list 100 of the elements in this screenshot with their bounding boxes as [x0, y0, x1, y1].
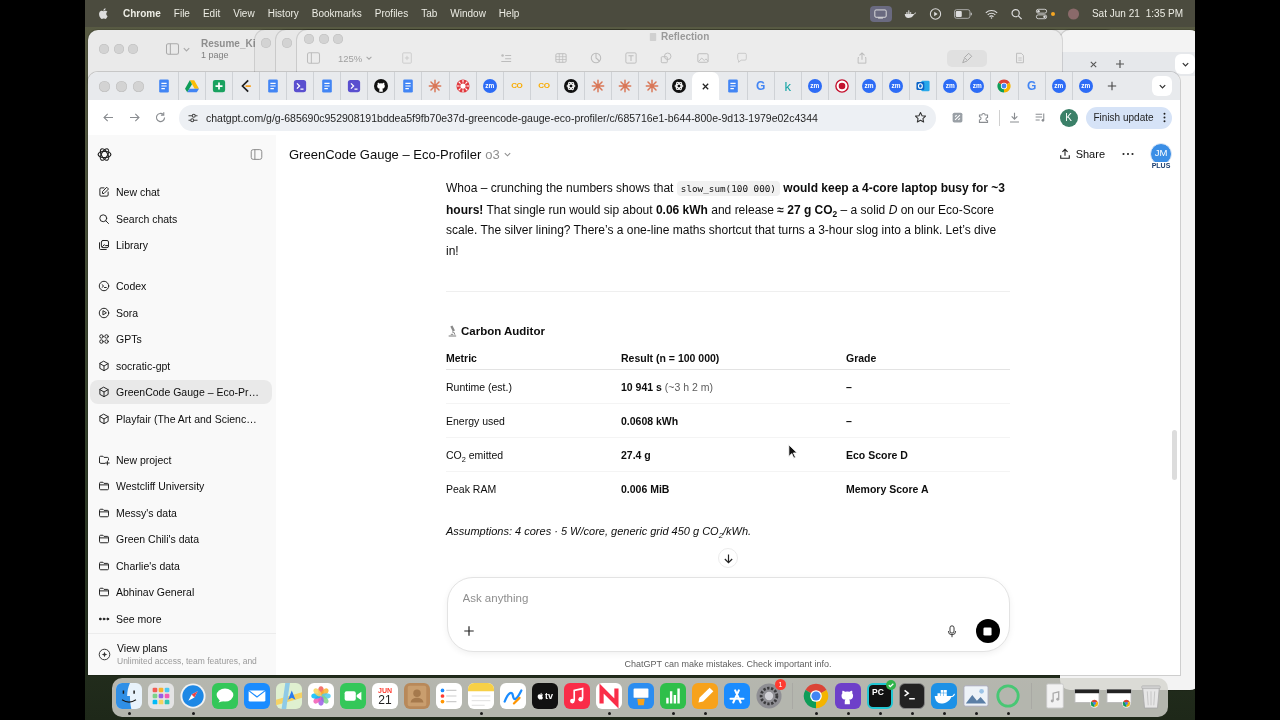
envelope-icon[interactable] [244, 683, 270, 709]
star-icon[interactable] [914, 111, 927, 124]
menu-item[interactable]: Help [498, 8, 520, 19]
apple-logo-icon[interactable] [98, 7, 109, 20]
sidebar-item[interactable]: New project [90, 447, 272, 472]
sidebar-item[interactable]: GreenCode Gauge – Eco-Pr… [90, 380, 272, 404]
wifi-icon[interactable] [984, 7, 998, 20]
music-note-icon[interactable] [564, 683, 590, 709]
pen-icon[interactable] [692, 683, 718, 709]
menu-item[interactable]: Bookmarks [311, 8, 362, 19]
sidebar-item[interactable]: Westcliff University [90, 474, 272, 498]
menu-item[interactable]: Edit [202, 8, 221, 19]
sidebar-item[interactable]: See more [90, 606, 272, 631]
message-input[interactable]: Ask anything [461, 588, 1000, 608]
sidebar-item[interactable]: Sora [90, 300, 272, 325]
menu-item[interactable]: Profiles [374, 8, 409, 19]
reload-icon[interactable] [153, 111, 167, 124]
whale-icon[interactable] [903, 7, 917, 20]
segmented-circle-icon[interactable] [803, 683, 829, 709]
bar-chart-icon[interactable] [660, 683, 686, 709]
extension-icon[interactable] [951, 111, 964, 124]
sidebar-icon[interactable] [165, 43, 180, 55]
close-icon[interactable] [701, 81, 711, 91]
photo-thumbnail-icon[interactable] [963, 683, 989, 709]
ide-icon[interactable]: PC [867, 683, 893, 709]
trash-icon[interactable] [1138, 683, 1164, 709]
a-shape-icon[interactable] [724, 683, 750, 709]
two-tone-face-icon[interactable] [116, 683, 142, 709]
tab-list-button[interactable] [1175, 54, 1195, 74]
scribble-icon[interactable] [500, 683, 526, 709]
menu-bar-date[interactable]: Sat Jun 21 [1091, 8, 1140, 19]
composer-box[interactable]: Ask anything [446, 577, 1010, 652]
checklist-icon[interactable] [436, 683, 462, 709]
back-icon[interactable] [101, 111, 115, 124]
sidebar-item[interactable]: Charlie's data [90, 553, 272, 578]
menu-item[interactable]: View [233, 8, 255, 19]
newspaper-icon[interactable] [596, 683, 622, 709]
plans-subtitle: Unlimited access, team features, and [117, 655, 257, 667]
plus-icon[interactable] [1106, 81, 1117, 91]
whale-icon[interactable] [931, 683, 957, 709]
terminal-icon [347, 79, 362, 93]
plus-icon[interactable] [1115, 59, 1125, 69]
app-grid-icon[interactable] [148, 683, 174, 709]
chat-title: GreenCode Gauge – Eco-Profiler [289, 146, 482, 162]
sidebar-toggle-icon[interactable] [250, 147, 263, 161]
menu-item[interactable]: Tab [421, 8, 438, 19]
address-book-icon[interactable] [404, 683, 430, 709]
more-icon[interactable] [1122, 152, 1134, 156]
search-icon[interactable] [1009, 7, 1023, 20]
sidebar-item[interactable]: Playfair (The Art and Scienc… [90, 406, 272, 431]
sidebar-item[interactable]: GPTs [90, 327, 272, 351]
notepad-icon[interactable] [468, 683, 494, 709]
microphone-icon[interactable] [946, 624, 957, 638]
compass-icon[interactable] [180, 683, 206, 709]
flower-icon[interactable] [308, 683, 334, 709]
display-icon[interactable] [869, 5, 892, 22]
terminal-icon[interactable] [899, 683, 925, 709]
scroll-down-button[interactable] [718, 548, 738, 568]
profile-avatar[interactable]: K [1059, 108, 1078, 127]
scrollbar-thumb[interactable] [1172, 430, 1177, 480]
cat-icon[interactable] [835, 683, 861, 709]
sidebar-item[interactable]: Search chats [90, 206, 272, 231]
puzzle-icon[interactable] [977, 111, 990, 124]
sidebar-item[interactable]: Abhinav General [90, 580, 272, 604]
terminal-icon [293, 79, 307, 93]
sidebar-item[interactable]: Codex [90, 274, 272, 298]
map-icon[interactable] [276, 683, 302, 709]
message-text: Whoa – crunching the numbers shows that slow_sum(100 000) would keep a 4-core laptop busy for ~3 hours! That single run would sip about 0.06 kWh and release ≈ 27 g CO$_{2}$ – a solid D on our Eco-Score scale. The silver lining? There’s a one-line maths shortcut that turns a 3-hour slog into a blink. Let’s dive in! [446, 180, 1007, 260]
address-bar[interactable]: chatgpt.com/g/g-685690c952908191bddea5f9fb70e37d-greencode-gauge-eco-profiler/c/685716e1-b644-800e-9d13-1979e02c4344 [179, 104, 936, 131]
forward-icon[interactable] [127, 111, 141, 124]
app-menu[interactable]: Chrome [123, 8, 161, 19]
stop-button[interactable] [975, 619, 1000, 643]
site-settings-icon[interactable] [187, 111, 199, 124]
menu-item[interactable]: History [267, 8, 299, 19]
play-icon[interactable] [928, 7, 942, 20]
menu-bar-clock[interactable]: 1:35 PM [1145, 8, 1183, 19]
gear-icon[interactable] [756, 683, 782, 709]
sidebar-item[interactable]: Messy's data [90, 500, 272, 525]
tab-search-button[interactable] [1152, 76, 1172, 96]
sidebar-item[interactable]: Green Chili's data [90, 527, 272, 551]
sidebar-item[interactable]: New chat [90, 180, 272, 204]
plus-icon[interactable] [462, 625, 475, 637]
chat-bubble-icon[interactable] [212, 683, 238, 709]
media-control-icon[interactable] [1034, 111, 1047, 124]
menu-item[interactable]: Window [450, 8, 486, 19]
menu-item[interactable]: File [173, 8, 190, 19]
knot-logo-icon[interactable] [96, 145, 113, 163]
battery-icon[interactable] [953, 8, 973, 19]
avatar-icon[interactable] [1066, 7, 1080, 20]
share-button[interactable]: Share [1058, 148, 1105, 160]
sidebar-item[interactable]: socratic-gpt [90, 353, 272, 378]
sidebar-item[interactable]: Library [90, 233, 272, 257]
toggle-switches-icon[interactable] [1034, 7, 1048, 20]
download-icon[interactable] [1008, 111, 1021, 124]
video-camera-icon[interactable] [340, 683, 366, 709]
tv-icon[interactable]: tv [532, 683, 558, 709]
microscope-icon [447, 325, 457, 337]
update-button[interactable]: Finish update [1085, 106, 1172, 129]
podium-icon[interactable] [628, 683, 654, 709]
images-icon [98, 239, 110, 251]
